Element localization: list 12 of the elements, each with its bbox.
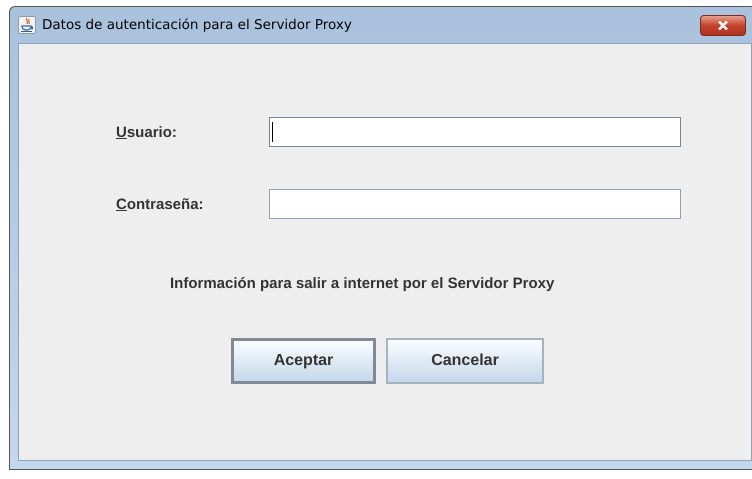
- close-button[interactable]: [700, 14, 746, 36]
- window-title: Datos de autenticación para el Servidor Proxy: [42, 17, 353, 33]
- field-label: Usuario:: [116, 124, 178, 140]
- username-field[interactable]: [269, 117, 681, 147]
- text-cursor: [272, 122, 273, 142]
- close-icon: [716, 20, 730, 30]
- info-text: Información para salir a internet por el Servidor Proxy: [170, 275, 556, 292]
- accept-button[interactable]: Aceptar: [231, 338, 376, 384]
- coffee-cup-icon: [18, 16, 36, 34]
- password-field[interactable]: [269, 189, 681, 219]
- cancel-button[interactable]: Cancelar: [386, 338, 544, 384]
- field-label: Contraseña:: [116, 196, 205, 212]
